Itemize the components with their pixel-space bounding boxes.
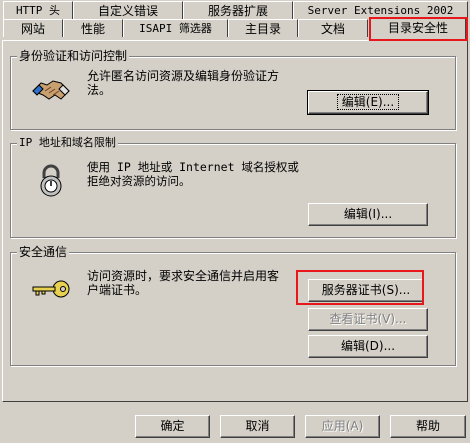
help-button[interactable]: 帮助 (390, 415, 466, 438)
server-certificate-button[interactable]: 服务器证书(S)... (308, 279, 424, 302)
tab-documents[interactable]: 文档 (298, 19, 368, 37)
group-ip-title: IP 地址和域名限制 (17, 136, 118, 150)
handshake-icon (32, 80, 70, 100)
group-secure: 安全通信 访问资源时，要求安全通信并启用客 户端证书。 服务器证书(S)... … (10, 245, 456, 366)
tab-server-extensions[interactable]: 服务器扩展 (183, 1, 293, 19)
group-auth-title: 身份验证和访问控制 (17, 49, 130, 63)
secure-edit-button[interactable]: 编辑(D)... (308, 335, 428, 358)
ok-button[interactable]: 确定 (135, 415, 210, 438)
cancel-button[interactable]: 取消 (220, 415, 295, 438)
tab-server-extensions-2002[interactable]: Server Extensions 2002 (293, 1, 468, 19)
group-auth: 身份验证和访问控制 允许匿名访问资源及编辑身份验证方 法。 编辑(E)... (10, 49, 456, 130)
lock-icon (40, 164, 62, 197)
view-certificate-button: 查看证书(V)... (308, 308, 428, 331)
group-secure-title: 安全通信 (17, 245, 70, 259)
ip-edit-button[interactable]: 编辑(I)... (308, 203, 428, 226)
key-icon (32, 280, 70, 298)
auth-edit-button[interactable]: 编辑(E)... (307, 90, 429, 115)
apply-button: 应用(A) (305, 415, 380, 438)
tab-isapi-filters[interactable]: ISAPI 筛选器 (123, 19, 228, 37)
tab-panel: 身份验证和访问控制 允许匿名访问资源及编辑身份验证方 法。 编辑(E)... I… (2, 40, 468, 402)
tab-http-headers[interactable]: HTTP 头 (3, 1, 73, 19)
group-ip: IP 地址和域名限制 使用 IP 地址或 Internet 域名授权或 拒绝对资… (10, 136, 456, 238)
group-secure-desc: 访问资源时，要求安全通信并启用客 户端证书。 (87, 269, 280, 297)
tab-directory-security[interactable]: 目录安全性 (370, 18, 466, 40)
group-auth-desc: 允许匿名访问资源及编辑身份验证方 法。 (87, 69, 280, 97)
tab-website[interactable]: 网站 (3, 19, 63, 37)
group-ip-desc: 使用 IP 地址或 Internet 域名授权或 拒绝对资源的访问。 (87, 160, 299, 188)
tab-custom-errors[interactable]: 自定义错误 (73, 1, 183, 19)
tab-performance[interactable]: 性能 (63, 19, 123, 37)
tab-home-directory[interactable]: 主目录 (228, 19, 298, 37)
